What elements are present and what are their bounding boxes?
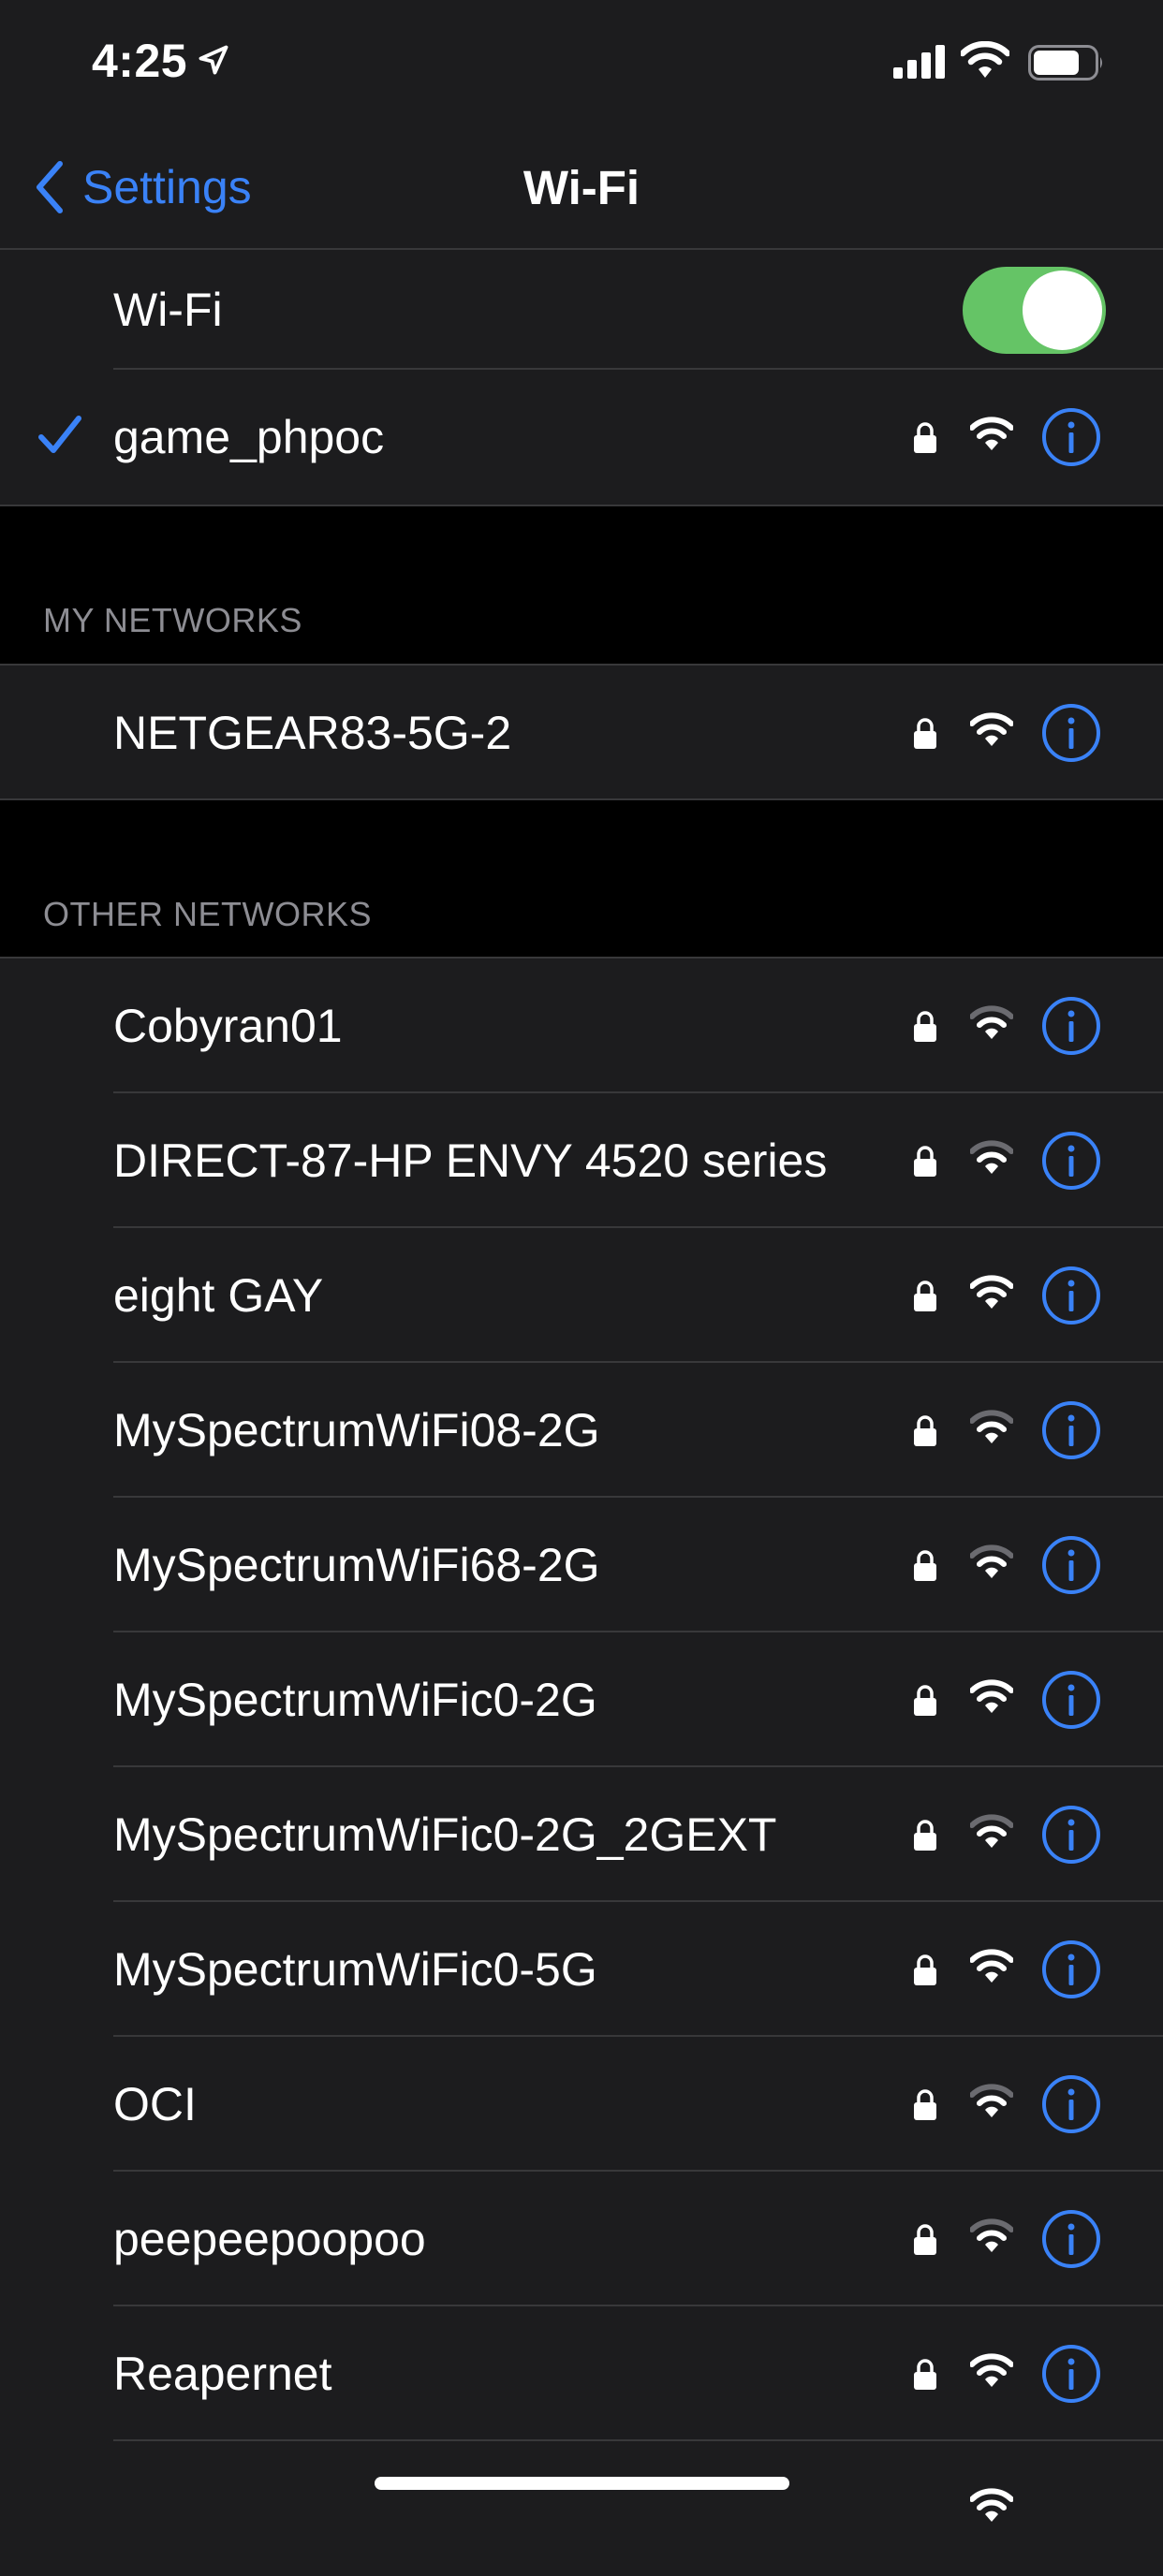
checkmark-icon: [38, 416, 81, 453]
lock-icon: [914, 718, 936, 749]
network-row[interactable]: eight GAY: [0, 1228, 1163, 1363]
info-icon[interactable]: [1041, 2074, 1101, 2134]
toggle-knob: [1023, 271, 1102, 350]
lock-icon: [914, 1415, 936, 1446]
lock-icon: [914, 1954, 936, 1985]
wifi-signal-icon: [970, 712, 1013, 746]
other-networks-header: OTHER NETWORKS: [43, 895, 373, 933]
network-name: DIRECT-87-HP ENVY 4520 series: [113, 1134, 828, 1187]
network-name: eight GAY: [113, 1269, 324, 1322]
my-networks-header: MY NETWORKS: [43, 601, 302, 639]
wifi-signal-icon: [970, 417, 1013, 450]
network-name: MySpectrumWiFi08-2G: [113, 1404, 600, 1456]
network-name: MySpectrumWiFic0-2G: [113, 1674, 597, 1726]
wifi-toggle-label: Wi-Fi: [113, 284, 223, 336]
wifi-signal-icon: [970, 1814, 1013, 1848]
connected-network-row[interactable]: game_phpoc: [0, 370, 1163, 505]
navigation-bar: Settings Wi-Fi: [0, 126, 1163, 250]
location-arrow-icon: [199, 45, 228, 75]
status-time: 4:25: [92, 35, 188, 87]
wifi-signal-icon: [970, 1410, 1013, 1443]
lock-icon: [914, 422, 936, 453]
info-icon[interactable]: [1041, 1939, 1101, 1999]
cellular-signal-icon: [893, 45, 945, 79]
wifi-signal-icon: [970, 2218, 1013, 2252]
status-bar: 4:25: [0, 0, 1163, 126]
info-icon[interactable]: [1041, 1131, 1101, 1191]
separator: [0, 798, 1163, 800]
lock-icon: [914, 1011, 936, 1042]
lock-icon: [914, 2224, 936, 2255]
info-icon[interactable]: [1041, 2344, 1101, 2404]
lock-icon: [914, 1550, 936, 1581]
network-name: MySpectrumWiFi68-2G: [113, 1539, 600, 1591]
wifi-toggle-switch[interactable]: [963, 267, 1106, 354]
network-name: MySpectrumWiFic0-5G: [113, 1943, 597, 1996]
home-indicator[interactable]: [375, 2477, 789, 2490]
network-row[interactable]: DIRECT-87-HP ENVY 4520 series: [0, 1093, 1163, 1228]
info-icon[interactable]: [1041, 703, 1101, 763]
separator: [0, 505, 1163, 506]
network-row[interactable]: NETGEAR83-5G-2: [0, 666, 1163, 800]
wifi-icon: [961, 41, 1009, 78]
wifi-signal-icon: [970, 1544, 1013, 1578]
lock-icon: [914, 1685, 936, 1716]
network-name: Reapernet: [113, 2348, 332, 2400]
page-title: Wi-Fi: [523, 161, 640, 214]
lock-icon: [914, 1281, 936, 1311]
network-row[interactable]: Cobyran01: [0, 959, 1163, 1093]
lock-icon: [914, 2089, 936, 2120]
info-icon[interactable]: [1041, 1670, 1101, 1730]
lock-icon: [914, 1820, 936, 1851]
network-row[interactable]: MySpectrumWiFic0-2G_2GEXT: [0, 1767, 1163, 1902]
network-row[interactable]: [0, 2441, 1163, 2576]
network-name: Cobyran01: [113, 1000, 343, 1052]
wifi-signal-icon: [970, 1140, 1013, 1174]
wifi-signal-icon: [970, 1005, 1013, 1039]
network-row[interactable]: MySpectrumWiFi68-2G: [0, 1498, 1163, 1632]
info-icon[interactable]: [1041, 1535, 1101, 1595]
info-icon[interactable]: [1041, 996, 1101, 1056]
wifi-signal-icon: [970, 1679, 1013, 1713]
info-icon[interactable]: [1041, 1266, 1101, 1325]
my-networks-list: NETGEAR83-5G-2: [0, 666, 1163, 800]
wifi-signal-icon: [970, 2353, 1013, 2387]
info-icon[interactable]: [1041, 407, 1101, 467]
network-row[interactable]: MySpectrumWiFic0-5G: [0, 1902, 1163, 2037]
other-networks-list: Cobyran01 DIRECT-87-HP ENVY 4520 series ei…: [0, 959, 1163, 2576]
network-name: game_phpoc: [113, 411, 385, 463]
network-name: MySpectrumWiFic0-2G_2GEXT: [113, 1808, 777, 1861]
info-icon[interactable]: [1041, 2209, 1101, 2269]
network-name: OCI: [113, 2078, 197, 2130]
network-row[interactable]: MySpectrumWiFic0-2G: [0, 1632, 1163, 1767]
battery-icon: [1028, 45, 1102, 80]
wifi-main-group: Wi-Fi game_phpoc: [0, 250, 1163, 505]
wifi-signal-icon: [970, 2084, 1013, 2117]
wifi-signal-icon: [970, 2488, 1013, 2522]
network-name: peepeepoopoo: [113, 2213, 426, 2265]
info-icon[interactable]: [1041, 1400, 1101, 1460]
wifi-signal-icon: [970, 1275, 1013, 1309]
network-row[interactable]: OCI: [0, 2037, 1163, 2172]
lock-icon: [914, 2359, 936, 2390]
wifi-signal-icon: [970, 1949, 1013, 1983]
info-icon[interactable]: [1041, 1805, 1101, 1865]
network-row[interactable]: peepeepoopoo: [0, 2172, 1163, 2306]
network-name: NETGEAR83-5G-2: [113, 707, 512, 759]
lock-icon: [914, 1146, 936, 1177]
wifi-toggle-row: Wi-Fi: [0, 250, 1163, 370]
network-row[interactable]: Reapernet: [0, 2306, 1163, 2441]
network-row[interactable]: MySpectrumWiFi08-2G: [0, 1363, 1163, 1498]
